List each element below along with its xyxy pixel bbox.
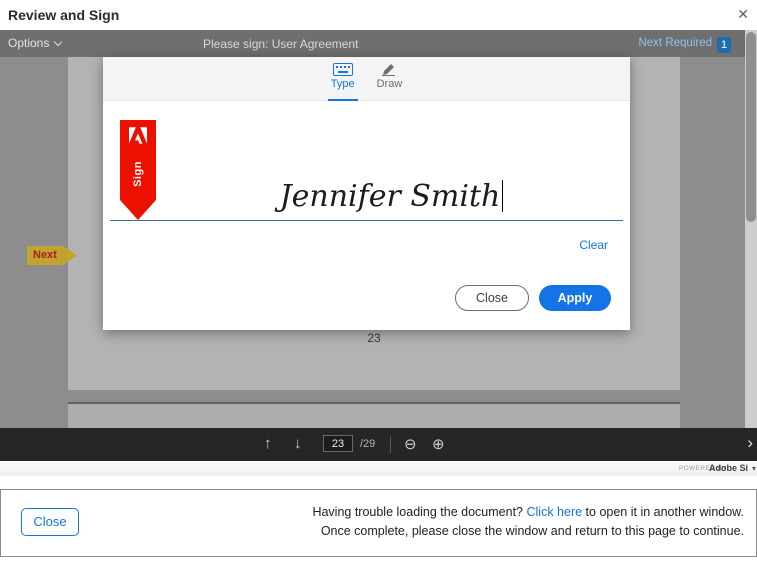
scrollbar-track[interactable] [745,30,757,428]
scrollbar-thumb[interactable] [746,32,756,222]
next-required-indicator[interactable]: Next Required 1 [638,35,731,53]
help-text-line2: Once complete, please close the window a… [312,522,744,541]
close-icon[interactable]: ✕ [737,5,749,23]
sign-prompt-text: Please sign: User Agreement [203,37,358,51]
signature-text: Jennifer Smith [163,179,620,214]
page-number-label: 23 [344,331,404,345]
review-and-sign-window: Review and Sign ✕ Options Please sign: U… [0,0,757,568]
footer-panel: Close Having trouble loading the documen… [0,489,757,557]
signature-dialog: Type Draw Sign Jennifer Smith Clear C [103,57,630,330]
footer-close-button[interactable]: Close [21,508,79,536]
sign-ribbon: Sign [120,120,156,220]
tab-draw-label: Draw [377,78,403,90]
dialog-close-button[interactable]: Close [455,285,529,311]
signature-tabs: Type Draw [103,57,630,101]
toolbar-collapse-button[interactable]: › [747,433,753,453]
page-number-input[interactable] [323,435,353,452]
chevron-down-icon [54,38,62,46]
signature-baseline [110,220,623,221]
help-suffix: to open it in another window. [586,505,744,519]
brand-strip: POWERED BY Adobe Si ▾ [0,461,757,476]
toolbar-divider [390,436,391,453]
next-required-count-badge: 1 [717,37,731,53]
window-title: Review and Sign [8,7,119,23]
apply-button[interactable]: Apply [539,285,611,311]
page-down-button[interactable]: ↓ [294,435,302,452]
help-link[interactable]: Click here [526,505,582,519]
help-text-line1: Having trouble loading the document? Cli… [312,503,744,522]
pen-icon [380,63,398,76]
zoom-out-button[interactable]: ⊖ [404,435,417,453]
tab-type[interactable]: Type [328,63,358,101]
zoom-in-button[interactable]: ⊕ [432,435,445,453]
text-cursor [502,180,503,212]
tab-draw[interactable]: Draw [374,63,406,101]
signature-input-area[interactable]: Jennifer Smith [163,157,620,275]
window-header: Review and Sign ✕ [0,0,757,30]
next-required-label: Next Required [638,37,712,49]
options-label: Options [8,36,49,50]
sign-toolbar: Options Please sign: User Agreement Next… [0,30,757,57]
page-total-label: /29 [360,438,375,450]
help-prefix: Having trouble loading the document? [312,505,523,519]
brand-name: Adobe Si [709,463,748,473]
keyboard-icon [333,63,353,76]
adobe-logo-icon [129,127,147,144]
help-text: Having trouble loading the document? Cli… [312,503,744,541]
tab-type-label: Type [331,78,355,90]
document-page-next [68,402,680,428]
clear-button[interactable]: Clear [579,238,608,252]
pdf-toolbar: ↑ ↓ /29 ⊖ ⊕ › [0,428,757,461]
options-dropdown[interactable]: Options [8,36,61,50]
scroll-corner-icon: ▾ [752,464,756,473]
sign-ribbon-label: Sign [132,156,144,192]
page-up-button[interactable]: ↑ [264,435,272,452]
